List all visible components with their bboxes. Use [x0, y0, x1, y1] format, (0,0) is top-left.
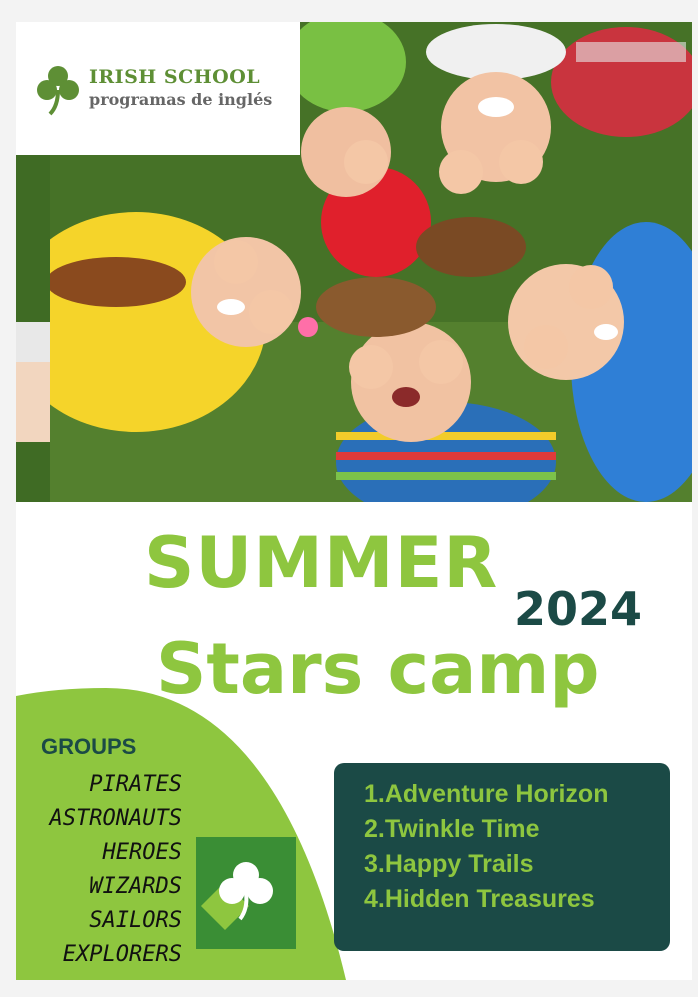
shamrock-badge: [196, 837, 296, 949]
group-item: WIZARDS: [89, 874, 182, 899]
groups-list: PIRATES ASTRONAUTS HEROES WIZARDS SAILOR…: [16, 768, 182, 972]
camp-item: 3.Happy Trails: [364, 850, 534, 878]
school-logo: IRISH SCHOOL programas de inglés: [16, 22, 300, 155]
poster: IRISH SCHOOL programas de inglés SUMMER …: [16, 22, 692, 980]
shamrock-icon: [36, 64, 80, 120]
camp-item: 1.Adventure Horizon: [364, 780, 609, 808]
group-item: HEROES: [102, 840, 182, 865]
group-item: EXPLORERS: [62, 942, 182, 967]
title-summer: SUMMER: [144, 522, 499, 604]
group-item: ASTRONAUTS: [49, 806, 182, 831]
logo-subtitle: programas de inglés: [89, 90, 273, 109]
camp-item: 2.Twinkle Time: [364, 815, 540, 843]
groups-heading: GROUPS: [41, 734, 137, 759]
camp-item: 4.Hidden Treasures: [364, 885, 595, 913]
group-item: SAILORS: [89, 908, 182, 933]
camps-panel: 1.Adventure Horizon 2.Twinkle Time 3.Hap…: [334, 763, 670, 951]
group-item: PIRATES: [89, 772, 182, 797]
logo-title: IRISH SCHOOL: [89, 66, 261, 88]
